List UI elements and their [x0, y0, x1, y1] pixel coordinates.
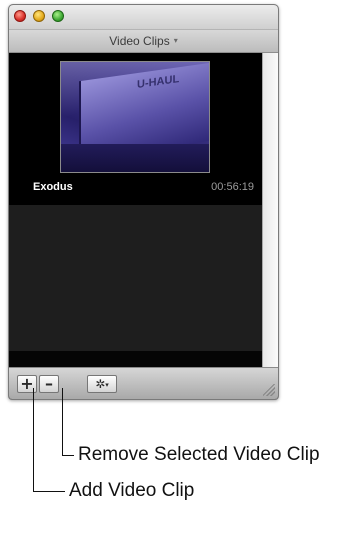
minimize-window-button[interactable]: [33, 10, 45, 22]
empty-clip-area: [9, 205, 262, 351]
callout-line-remove-vertical: [62, 388, 63, 456]
bottom-toolbar: + – ✲▾: [9, 367, 278, 399]
thumbnail-shadow: [61, 144, 209, 172]
clip-thumbnail[interactable]: U-HAUL: [60, 61, 210, 173]
clip-duration: 00:56:19: [211, 181, 254, 193]
callout-line-add-horizontal: [33, 491, 65, 492]
chevron-down-icon: ▾: [105, 381, 109, 389]
video-clips-window: Video Clips ▾ U-HAUL Exodus 00:56:19 + – …: [8, 4, 279, 400]
remove-video-clip-button[interactable]: –: [39, 375, 59, 393]
callout-line-remove-horizontal: [62, 455, 74, 456]
resize-grip-icon[interactable]: [263, 384, 275, 396]
close-window-button[interactable]: [14, 10, 26, 22]
callout-line-add-vertical: [33, 388, 34, 492]
clip-name: Exodus: [33, 181, 73, 193]
clip-list: U-HAUL Exodus 00:56:19: [9, 53, 262, 367]
vertical-scrollbar[interactable]: [262, 53, 278, 367]
callout-remove-label: Remove Selected Video Clip: [78, 444, 320, 465]
chevron-down-icon[interactable]: ▾: [174, 36, 178, 45]
window-titlebar[interactable]: [9, 5, 278, 30]
callout-add-label: Add Video Clip: [69, 480, 195, 501]
clip-item[interactable]: U-HAUL Exodus 00:56:19: [9, 53, 262, 205]
zoom-window-button[interactable]: [52, 10, 64, 22]
action-menu-button[interactable]: ✲▾: [87, 375, 117, 393]
panel-title[interactable]: Video Clips: [109, 34, 169, 48]
add-video-clip-button[interactable]: +: [17, 375, 37, 393]
list-bottom-strip: [9, 351, 262, 367]
panel-title-bar[interactable]: Video Clips ▾: [9, 30, 278, 53]
gear-icon: ✲: [95, 377, 106, 391]
